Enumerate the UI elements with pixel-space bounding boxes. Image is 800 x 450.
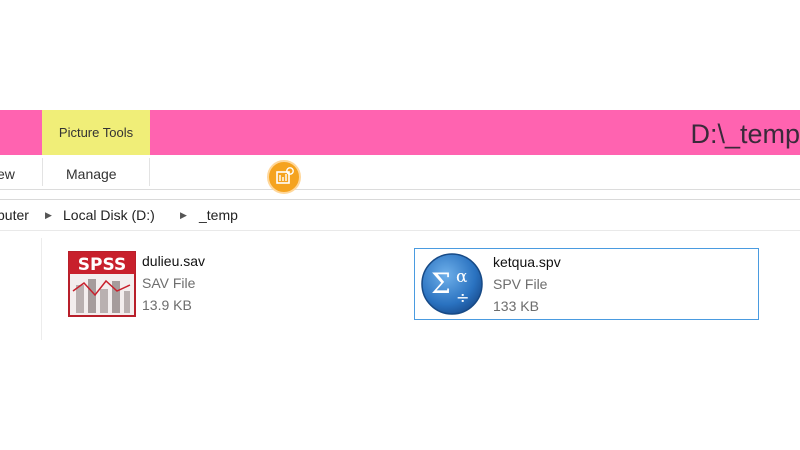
file-name: dulieu.sav: [142, 253, 206, 269]
file-type: SPV File: [493, 276, 548, 292]
spss-data-icon: SPSS: [68, 251, 136, 322]
breadcrumb-arrow-icon[interactable]: ▶: [45, 200, 52, 230]
spss-logo-text: SPSS: [78, 255, 126, 275]
file-name: ketqua.spv: [493, 254, 561, 270]
file-size: 13.9 KB: [142, 297, 192, 313]
alpha-symbol: α: [456, 267, 468, 287]
navigation-pane-divider: [41, 238, 42, 340]
breadcrumb-temp[interactable]: _temp: [199, 200, 238, 230]
breadcrumb: puter ▶ Local Disk (D:) ▶ _temp: [0, 199, 800, 231]
window-title: D:\_temp: [690, 119, 800, 149]
file-size: 133 KB: [493, 298, 539, 314]
tab-view[interactable]: ew: [0, 155, 15, 189]
picture-tools-label: Picture Tools: [58, 125, 134, 140]
ribbon-divider: [42, 158, 43, 186]
divide-symbol: ÷: [456, 288, 469, 307]
spss-output-icon: Σ α ÷: [419, 251, 485, 322]
picture-tools-contextual-tab[interactable]: Picture Tools: [42, 110, 150, 155]
sync-badge-icon[interactable]: [267, 160, 301, 194]
ribbon-tab-bar: ew Manage: [0, 155, 800, 190]
sigma-symbol: Σ: [431, 267, 451, 300]
file-type: SAV File: [142, 275, 196, 291]
breadcrumb-local-disk[interactable]: Local Disk (D:): [63, 200, 155, 230]
file-item-ketqua[interactable]: Σ α ÷ ketqua.spv SPV File 133 KB: [414, 248, 759, 320]
tab-manage[interactable]: Manage: [66, 155, 117, 189]
file-item-dulieu[interactable]: SPSS dulieu.sav SAV File 13.9 KB: [68, 248, 268, 320]
breadcrumb-arrow-icon[interactable]: ▶: [180, 200, 187, 230]
ribbon-divider: [149, 158, 150, 186]
breadcrumb-computer[interactable]: puter: [0, 200, 29, 230]
